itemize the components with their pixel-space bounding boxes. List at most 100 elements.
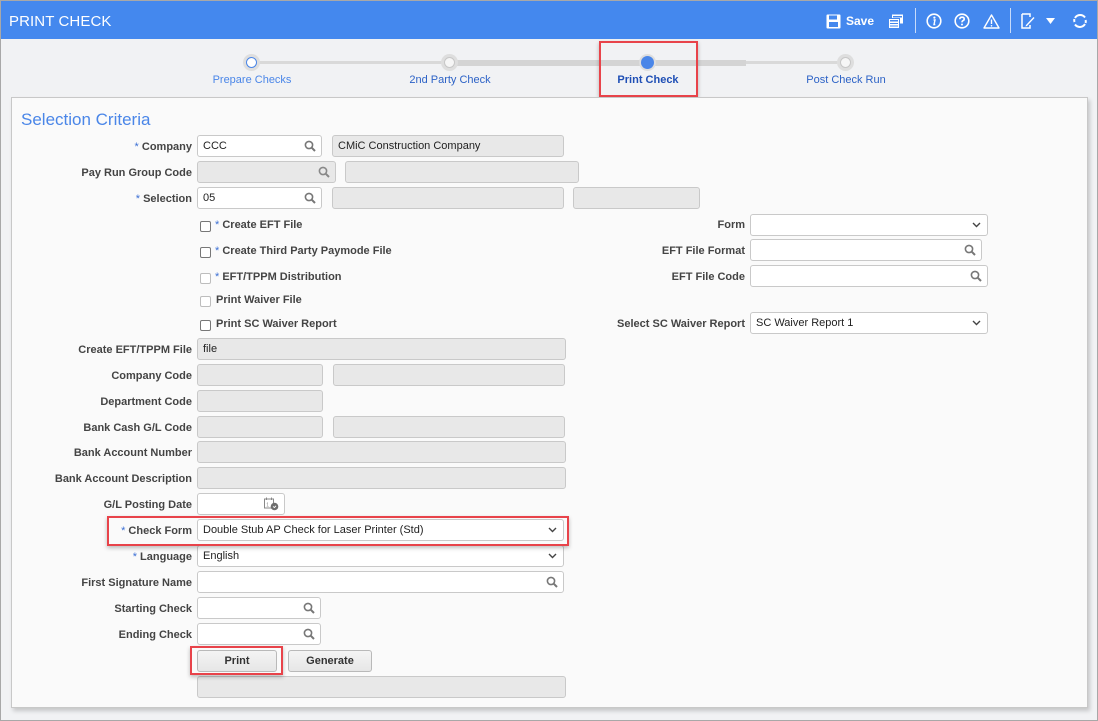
selection-description-1 (332, 187, 564, 209)
print-sc-waiver-report-checkbox[interactable] (200, 320, 211, 331)
page-title: PRINT CHECK (9, 13, 112, 30)
pay-run-group-code-input[interactable] (197, 161, 336, 183)
select-sc-waiver-report-label: Select SC Waiver Report (617, 318, 745, 330)
search-icon[interactable] (303, 602, 315, 614)
ending-check-input[interactable] (197, 623, 321, 645)
stepper-track-progress (456, 60, 746, 66)
create-eft-tppm-file-label: Create EFT/TPPM File (78, 344, 192, 356)
form-select[interactable] (750, 214, 988, 236)
info-button[interactable] (926, 11, 942, 31)
search-icon[interactable] (546, 576, 558, 588)
first-signature-name-input[interactable] (197, 571, 564, 593)
search-icon[interactable] (970, 270, 982, 282)
starting-check-input[interactable] (197, 597, 321, 619)
process-stepper: Prepare Checks 2nd Party Check Print Che… (1, 39, 1097, 97)
chevron-down-icon (972, 320, 981, 326)
info-icon (926, 13, 942, 29)
chevron-down-icon (972, 222, 981, 228)
eft-file-code-label: EFT File Code (671, 271, 745, 283)
first-signature-name-label: First Signature Name (81, 577, 192, 589)
step-prepare-checks-dot[interactable] (243, 54, 260, 71)
eft-file-code-input[interactable] (750, 265, 988, 287)
search-icon[interactable] (318, 166, 330, 178)
eft-tppm-distribution-label: * EFT/TPPM Distribution (215, 271, 342, 283)
more-options-dropdown[interactable] (1046, 11, 1055, 31)
print-sc-waiver-report-label: Print SC Waiver Report (216, 318, 337, 330)
check-form-select[interactable]: Double Stub AP Check for Laser Printer (… (197, 519, 564, 541)
selection-input[interactable]: 05 (197, 187, 322, 209)
step-post-check-run[interactable]: Post Check Run (776, 74, 916, 86)
bank-account-number-input (197, 441, 566, 463)
selection-label: * Selection (135, 193, 192, 205)
bank-account-description-label: Bank Account Description (54, 473, 192, 485)
dropdown-caret-icon (1046, 18, 1055, 24)
chevron-down-icon (548, 527, 557, 533)
gl-posting-date-label: G/L Posting Date (103, 499, 192, 511)
eft-tppm-distribution-checkbox[interactable] (200, 273, 211, 284)
bank-account-number-label: Bank Account Number (73, 447, 192, 459)
search-icon[interactable] (304, 140, 316, 152)
warning-icon (983, 13, 1000, 29)
print-waiver-file-checkbox[interactable] (200, 296, 211, 307)
select-sc-waiver-report-select[interactable]: SC Waiver Report 1 (750, 312, 988, 334)
save-label: Save (846, 14, 875, 28)
warning-button[interactable] (983, 11, 1000, 31)
company-code-label: Company Code (111, 370, 192, 382)
step-print-check[interactable]: Print Check (578, 74, 718, 86)
selection-criteria-panel: Selection Criteria * Company CCC CMiC Co… (11, 97, 1088, 708)
step-prepare-checks[interactable]: Prepare Checks (182, 74, 322, 86)
ending-check-label: Ending Check (118, 629, 192, 641)
create-eft-tppm-file-input: file (197, 338, 566, 360)
department-code-input (197, 390, 323, 412)
edit-note-icon (1021, 13, 1035, 29)
help-button[interactable] (954, 11, 970, 31)
company-code-input (197, 364, 323, 386)
create-third-party-paymode-file-label: * Create Third Party Paymode File (215, 245, 392, 257)
bank-cash-gl-code-label: Bank Cash G/L Code (83, 422, 192, 434)
refresh-button[interactable] (1072, 11, 1088, 31)
pay-run-group-description (345, 161, 579, 183)
form-label: Form (717, 219, 746, 231)
pay-run-group-code-label: Pay Run Group Code (81, 167, 192, 179)
bank-cash-gl-code-description (333, 416, 565, 438)
company-description: CMiC Construction Company (332, 135, 564, 157)
refresh-icon (1073, 14, 1087, 28)
step-2nd-party-check[interactable]: 2nd Party Check (380, 74, 520, 86)
edit-note-button[interactable] (1021, 11, 1035, 31)
save-icon (826, 14, 841, 28)
bank-cash-gl-code-input (197, 416, 323, 438)
search-icon[interactable] (964, 244, 976, 256)
company-code-description (333, 364, 565, 386)
print-window-button[interactable] (888, 11, 904, 31)
print-checks-button[interactable]: Print Checks (197, 650, 277, 687)
search-icon[interactable] (303, 628, 315, 640)
print-window-icon (888, 14, 903, 29)
calendar-icon[interactable]: 1 (264, 497, 279, 511)
step-post-check-run-dot[interactable] (837, 54, 854, 71)
eft-file-format-input[interactable] (750, 239, 982, 261)
bank-account-description-input (197, 467, 566, 489)
create-eft-file-checkbox[interactable] (200, 221, 211, 232)
save-button[interactable]: Save (826, 11, 874, 31)
department-code-label: Department Code (100, 396, 192, 408)
search-icon[interactable] (304, 192, 316, 204)
selection-description-2 (573, 187, 700, 209)
stepper-track (746, 61, 841, 64)
company-label: * Company (134, 141, 192, 153)
company-input[interactable]: CCC (197, 135, 322, 157)
help-icon (954, 13, 970, 29)
eft-file-format-label: EFT File Format (661, 245, 745, 257)
status-output-field (197, 676, 566, 698)
step-print-check-dot[interactable] (639, 54, 656, 71)
create-eft-file-label: * Create EFT File (215, 219, 303, 231)
generate-eft-button[interactable]: Generate EFT (288, 650, 372, 687)
language-select[interactable]: English (197, 545, 564, 567)
step-2nd-party-check-dot[interactable] (441, 54, 458, 71)
stepper-track (259, 61, 449, 64)
chevron-down-icon (548, 553, 557, 559)
gl-posting-date-input[interactable]: 1 (197, 493, 285, 515)
language-label: * Language (132, 551, 192, 563)
print-waiver-file-label: Print Waiver File (216, 294, 302, 306)
create-third-party-paymode-file-checkbox[interactable] (200, 247, 211, 258)
starting-check-label: Starting Check (114, 603, 192, 615)
